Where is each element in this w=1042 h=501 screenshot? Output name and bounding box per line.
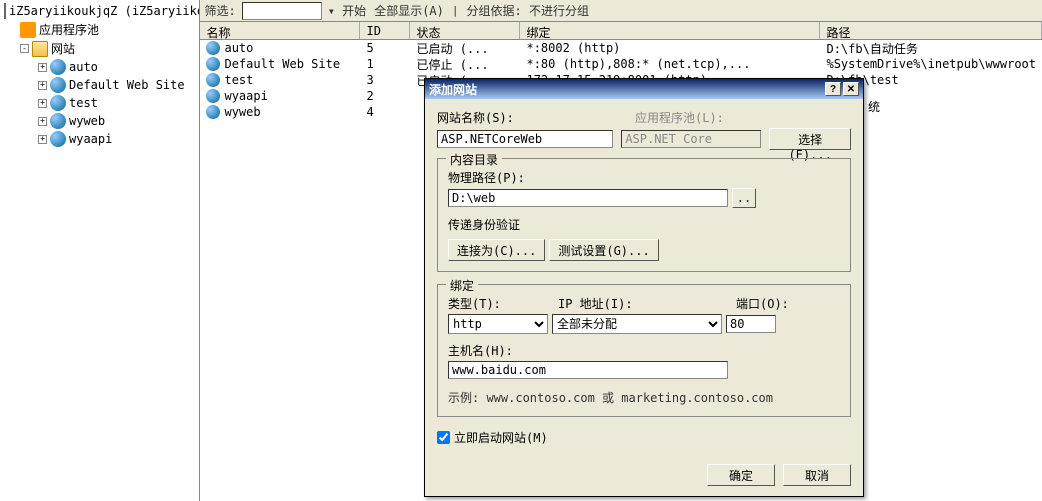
app-pool-label: 应用程序池(L):: [635, 109, 724, 126]
globe-icon: [50, 95, 66, 111]
tree-collapse-icon[interactable]: -: [20, 44, 29, 53]
physical-path-input[interactable]: [448, 189, 728, 207]
col-path[interactable]: 路径: [820, 22, 1042, 39]
dialog-titlebar[interactable]: 添加网站 ? ✕: [425, 79, 863, 99]
tree-server-label: iZ5aryiikoukjqZ (iZ5aryiikoukjqZ\Adm: [9, 4, 200, 18]
tree-site-label: Default Web Site: [69, 78, 185, 92]
tree-site-item[interactable]: + Default Web Site: [2, 76, 197, 94]
tree-site-label: auto: [69, 60, 98, 74]
type-select[interactable]: http: [448, 314, 548, 334]
tree-site-label: test: [69, 96, 98, 110]
app-pool-input: [621, 130, 761, 148]
physical-path-label: 物理路径(P):: [448, 169, 840, 186]
tree-site-label: wyaapi: [69, 132, 112, 146]
globe-icon: [50, 77, 66, 93]
ip-select[interactable]: 全部未分配: [552, 314, 722, 334]
cancel-button[interactable]: 取消: [783, 464, 851, 486]
globe-icon: [206, 73, 220, 87]
globe-icon: [206, 57, 220, 71]
hostname-example: 示例: www.contoso.com 或 marketing.contoso.…: [448, 389, 840, 406]
connect-as-button[interactable]: 连接为(C)...: [448, 239, 545, 261]
tree-expand-icon[interactable]: +: [38, 117, 47, 126]
type-label: 类型(T):: [448, 295, 558, 312]
globe-icon: [50, 131, 66, 147]
select-pool-button[interactable]: 选择(E)...: [769, 128, 851, 150]
apppool-icon: [20, 22, 36, 38]
tree-sites-label: 网站: [51, 40, 75, 57]
tree-site-item[interactable]: + wyweb: [2, 112, 197, 130]
hostname-input[interactable]: [448, 361, 728, 379]
ip-label: IP 地址(I):: [558, 295, 736, 312]
test-settings-button[interactable]: 测试设置(G)...: [549, 239, 658, 261]
tree-apppool-label: 应用程序池: [39, 21, 99, 38]
tree-expand-icon[interactable]: +: [38, 135, 47, 144]
col-name[interactable]: 名称: [200, 22, 360, 39]
site-name-input[interactable]: [437, 130, 613, 148]
pass-auth-label: 传递身份验证: [448, 216, 840, 233]
connections-tree: iZ5aryiikoukjqZ (iZ5aryiikoukjqZ\Adm 应用程…: [0, 0, 200, 501]
content-dir-legend: 内容目录: [446, 151, 502, 168]
browse-button[interactable]: ..: [732, 188, 756, 208]
col-binding[interactable]: 绑定: [520, 22, 820, 39]
filter-input[interactable]: [242, 2, 322, 20]
tree-server-node[interactable]: iZ5aryiikoukjqZ (iZ5aryiikoukjqZ\Adm: [2, 2, 197, 20]
filter-label: 筛选:: [204, 2, 235, 19]
globe-icon: [50, 59, 66, 75]
col-status[interactable]: 状态: [410, 22, 520, 39]
tree-apppool-node[interactable]: 应用程序池: [2, 20, 197, 39]
close-button[interactable]: ✕: [843, 82, 859, 96]
dialog-title: 添加网站: [429, 81, 823, 98]
tree-site-item[interactable]: + wyaapi: [2, 130, 197, 148]
group-label[interactable]: 分组依据: 不进行分组: [467, 2, 589, 19]
site-name-label: 网站名称(S):: [437, 109, 627, 126]
tree-sites-node[interactable]: - 网站: [2, 39, 197, 58]
tree-expand-icon[interactable]: +: [38, 63, 47, 72]
content-dir-group: 内容目录 物理路径(P): .. 传递身份验证 连接为(C)... 测试设置(G…: [437, 158, 851, 272]
tree-site-item[interactable]: + auto: [2, 58, 197, 76]
globe-icon: [206, 105, 220, 119]
help-button[interactable]: ?: [825, 82, 841, 96]
start-immediately-label: 立即启动网站(M): [454, 429, 548, 446]
show-all-label[interactable]: 全部显示(A): [374, 2, 444, 19]
list-row[interactable]: Default Web Site1已停止 (...*:80 (http),808…: [200, 56, 1042, 72]
tree-site-item[interactable]: + test: [2, 94, 197, 112]
start-label: 开始: [342, 4, 366, 18]
globe-icon: [206, 41, 220, 55]
filter-toolbar: 筛选: ▾ 开始 全部显示(A)| 分组依据: 不进行分组: [200, 0, 1042, 22]
globe-icon: [206, 89, 220, 103]
server-icon: [4, 3, 6, 19]
list-row[interactable]: auto5已启动 (...*:8002 (http)D:\fb\自动任务: [200, 40, 1042, 56]
tree-expand-icon[interactable]: +: [38, 81, 47, 90]
start-immediately-checkbox[interactable]: [437, 431, 450, 444]
binding-legend: 绑定: [446, 277, 478, 294]
folder-icon: [32, 41, 48, 57]
ok-button[interactable]: 确定: [707, 464, 775, 486]
truncated-text: 统: [868, 98, 880, 115]
tree-site-label: wyweb: [69, 114, 105, 128]
add-website-dialog: 添加网站 ? ✕ 网站名称(S): 应用程序池(L): 选择(E)... 内容目…: [424, 78, 864, 497]
port-label: 端口(O):: [736, 295, 789, 312]
hostname-label: 主机名(H):: [448, 342, 840, 359]
list-header: 名称 ID 状态 绑定 路径: [200, 22, 1042, 40]
tree-expand-icon[interactable]: +: [38, 99, 47, 108]
globe-icon: [50, 113, 66, 129]
port-input[interactable]: [726, 315, 776, 333]
binding-group: 绑定 类型(T): IP 地址(I): 端口(O): http 全部未分配 主机…: [437, 284, 851, 417]
col-id[interactable]: ID: [360, 22, 410, 39]
